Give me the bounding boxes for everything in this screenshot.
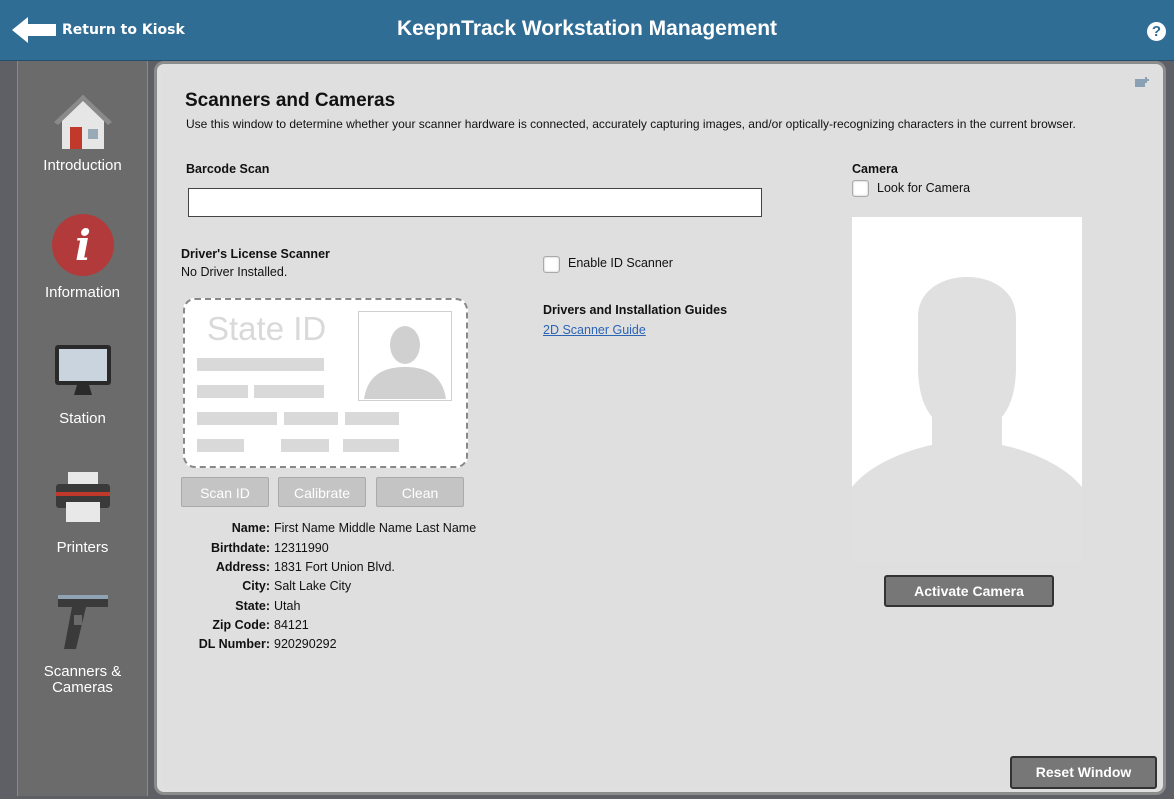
field-row-state: State: Utah [235, 599, 301, 613]
field-row-name: Name: First Name Middle Name Last Name [231, 521, 477, 535]
sidebar-item-introduction[interactable]: Introduction [18, 81, 147, 186]
card-placeholder-bar [345, 412, 399, 425]
field-row-address: Address: 1831 Fort Union Blvd. [215, 560, 395, 574]
top-bar: Return to Kiosk KeepnTrack Workstation M… [0, 0, 1174, 61]
activate-camera-button[interactable]: Activate Camera [884, 575, 1054, 607]
house-icon [50, 89, 116, 155]
card-placeholder-bar [197, 385, 248, 398]
sidebar-item-scanners-cameras[interactable]: Scanners & Cameras [18, 589, 147, 699]
card-placeholder-bar [197, 412, 277, 425]
field-row-city: City: Salt Lake City [242, 579, 352, 593]
dl-driver-status: No Driver Installed. [181, 265, 288, 279]
page-description: Use this window to determine whether you… [186, 117, 1076, 131]
reset-window-button[interactable]: Reset Window [1010, 756, 1157, 789]
2d-scanner-guide-link[interactable]: 2D Scanner Guide [543, 323, 646, 337]
field-row-zip-code: Zip Code: 84121 [212, 618, 309, 632]
sidebar-item-station[interactable]: Station [18, 336, 147, 436]
main-content: Scanners and Cameras Use this window to … [162, 70, 1159, 789]
sidebar: Introduction i Information Station Print… [17, 61, 148, 796]
card-placeholder-bar [197, 358, 324, 371]
look-for-camera-checkbox[interactable] [852, 180, 869, 197]
state-id-text: State ID [207, 310, 327, 347]
field-row-dl-number: DL Number: 920290292 [198, 637, 337, 651]
printer-icon [50, 466, 116, 532]
main-panel: Scanners and Cameras Use this window to … [154, 61, 1166, 795]
person-silhouette-icon [852, 217, 1082, 567]
sidebar-item-printers[interactable]: Printers [18, 466, 147, 566]
camera-preview [852, 217, 1082, 562]
barcode-scan-input[interactable] [188, 188, 762, 217]
calibrate-button[interactable]: Calibrate [278, 477, 366, 507]
app-title: KeepnTrack Workstation Management [396, 17, 778, 40]
card-placeholder-bar [197, 439, 244, 452]
id-card-illustration: State ID [183, 298, 468, 468]
sidebar-item-information[interactable]: i Information [18, 209, 147, 309]
drivers-guides-label: Drivers and Installation Guides [543, 303, 728, 317]
sidebar-item-label: Scanners & Cameras [43, 663, 122, 696]
enable-id-scanner-label: Enable ID Scanner [568, 256, 673, 270]
look-for-camera-label: Look for Camera [877, 181, 971, 195]
sidebar-item-label: Station [59, 410, 106, 427]
info-icon: i [50, 212, 116, 278]
enable-id-scanner-checkbox[interactable] [543, 256, 560, 273]
monitor-icon [50, 339, 116, 405]
scan-id-button[interactable]: Scan ID [181, 477, 269, 507]
barcode-scanner-icon [50, 589, 116, 655]
page-title: Scanners and Cameras [185, 90, 396, 111]
sidebar-item-label: Printers [56, 539, 109, 556]
help-icon[interactable]: ? [1147, 22, 1166, 41]
card-placeholder-bar [254, 385, 324, 398]
barcode-scan-label: Barcode Scan [186, 162, 270, 176]
add-window-icon[interactable] [1135, 76, 1149, 94]
sidebar-item-label: Information [44, 284, 121, 301]
sidebar-item-label: Introduction [43, 157, 122, 174]
card-placeholder-bar [343, 439, 399, 452]
camera-label: Camera [852, 162, 898, 176]
dl-scanner-label: Driver's License Scanner [181, 247, 330, 261]
clean-button[interactable]: Clean [376, 477, 464, 507]
svg-text:i: i [75, 221, 91, 270]
card-placeholder-bar [284, 412, 338, 425]
field-row-birthdate: Birthdate: 12311990 [210, 541, 329, 555]
person-silhouette-icon [357, 310, 453, 406]
card-placeholder-bar [281, 439, 329, 452]
